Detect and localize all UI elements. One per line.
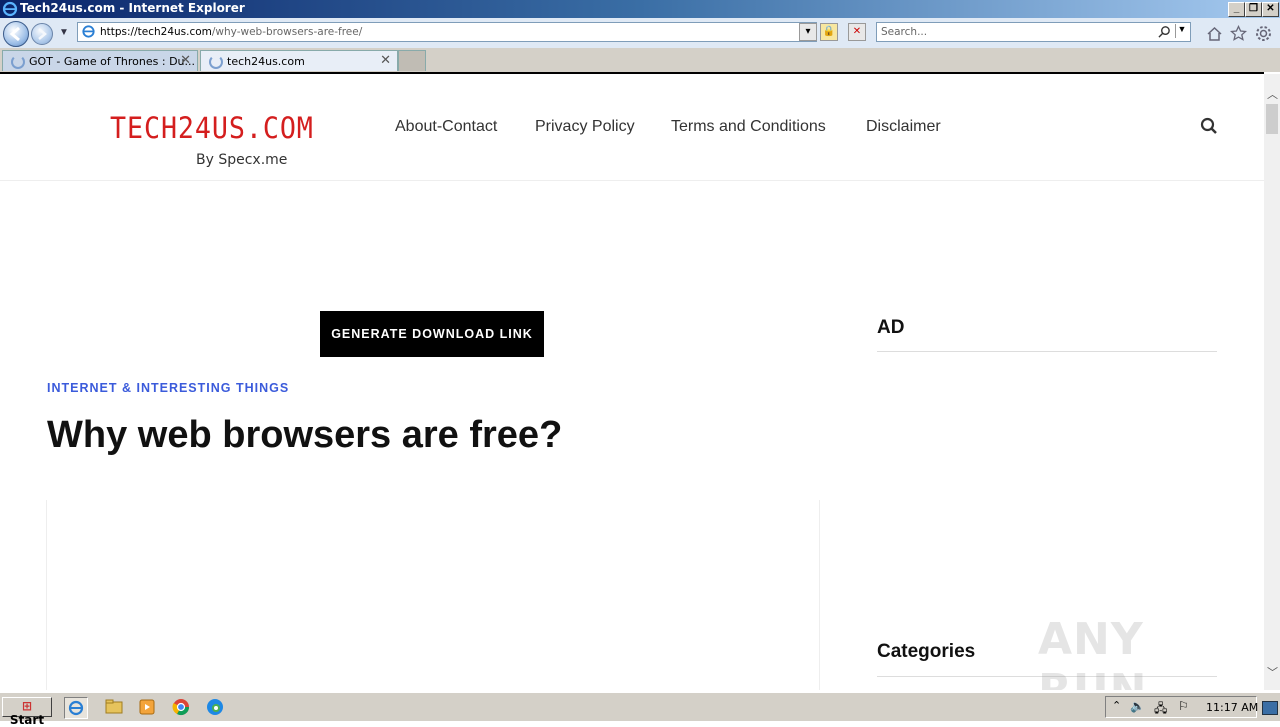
media-player-icon[interactable]: [136, 697, 158, 717]
network-icon[interactable]: 🖧: [1154, 699, 1167, 720]
search-dropdown-button[interactable]: ▼: [1175, 24, 1188, 38]
site-search-icon[interactable]: [1200, 117, 1218, 135]
post-category[interactable]: INTERNET & INTERESTING THINGS: [47, 381, 289, 395]
close-tab-icon[interactable]: ✕: [380, 53, 391, 68]
address-bar[interactable]: https://tech24us.com/why-web-browsers-ar…: [77, 22, 817, 42]
loading-spinner-icon: [209, 55, 223, 69]
settings-gear-icon[interactable]: [1255, 25, 1272, 42]
menu-privacy-policy[interactable]: Privacy Policy: [535, 118, 635, 136]
ie-logo-icon: [2, 1, 18, 17]
menu-about-contact[interactable]: About-Contact: [395, 118, 497, 136]
new-tab-button[interactable]: [398, 50, 426, 71]
start-button[interactable]: ⊞ Start: [2, 697, 52, 727]
favorites-star-icon[interactable]: [1230, 25, 1247, 42]
tray-expand-icon[interactable]: ⌃: [1112, 699, 1121, 712]
restore-button[interactable]: ❐: [1245, 2, 1262, 17]
taskbar-ie-button[interactable]: [64, 697, 88, 719]
search-input[interactable]: Search... ▼: [876, 22, 1191, 42]
scroll-down-arrow-icon[interactable]: ﹀: [1267, 664, 1278, 680]
back-button[interactable]: [3, 21, 29, 47]
edge-icon[interactable]: [204, 697, 226, 717]
forward-arrow-icon: [38, 28, 47, 40]
action-center-flag-icon[interactable]: ⚐: [1178, 699, 1189, 713]
tab-got[interactable]: GOT - Game of Thrones : Du... ✕: [2, 50, 198, 71]
home-icon[interactable]: [1206, 26, 1223, 42]
page-ie-icon: [82, 25, 95, 38]
page-scrollbar[interactable]: ︿ ﹀: [1264, 74, 1280, 690]
close-tab-icon[interactable]: ✕: [180, 53, 191, 68]
post-title: Why web browsers are free?: [47, 414, 563, 456]
tab-tech24us[interactable]: tech24us.com ✕: [200, 50, 398, 71]
search-icon[interactable]: [1158, 25, 1171, 38]
show-desktop-icon[interactable]: [1262, 701, 1278, 715]
generate-download-link-button[interactable]: GENERATE DOWNLOAD LINK: [320, 311, 544, 357]
site-logo[interactable]: TECH24US.COM: [110, 111, 314, 145]
url-path: /why-web-browsers-are-free/: [211, 26, 363, 38]
address-dropdown-button[interactable]: ▾: [799, 23, 817, 41]
menu-terms-and-conditions[interactable]: Terms and Conditions: [671, 118, 826, 136]
scroll-up-arrow-icon[interactable]: ︿: [1267, 86, 1278, 102]
start-label: Start: [9, 713, 45, 727]
chrome-icon[interactable]: [170, 697, 192, 717]
volume-icon[interactable]: 🔈: [1130, 699, 1145, 713]
menu-disclaimer[interactable]: Disclaimer: [866, 118, 941, 136]
scroll-thumb[interactable]: [1266, 104, 1278, 134]
back-arrow-icon: [9, 26, 20, 42]
web-page: TECH24US.COM By Specx.me About-Contact P…: [0, 74, 1264, 690]
tab-label: GOT - Game of Thrones : Du...: [29, 55, 196, 68]
forward-button[interactable]: [31, 23, 53, 45]
sidebar-divider: [877, 351, 1217, 352]
stop-button[interactable]: ✕: [848, 23, 866, 41]
sidebar-categories-heading: Categories: [877, 641, 976, 662]
post-content-area: [46, 500, 820, 690]
tab-label: tech24us.com: [227, 55, 305, 68]
close-window-button[interactable]: ✕: [1262, 2, 1279, 17]
taskbar: ⊞ Start ⌃ 🔈 🖧 ⚐ 11:17 AM: [0, 692, 1280, 727]
window-title: Tech24us.com - Internet Explorer: [20, 1, 245, 15]
site-logo-tagline: By Specx.me: [196, 152, 288, 168]
sidebar-ad-heading: AD: [877, 317, 905, 338]
taskbar-clock[interactable]: 11:17 AM: [1206, 701, 1258, 714]
header-divider: [0, 180, 1264, 181]
loading-spinner-icon: [11, 55, 25, 69]
navigation-bar: ▼ https://tech24us.com/why-web-browsers-…: [0, 18, 1280, 49]
url-host: https://tech24us.com: [100, 26, 212, 38]
lock-icon[interactable]: 🔒: [820, 23, 838, 41]
history-dropdown-icon[interactable]: ▼: [59, 27, 69, 38]
address-url: https://tech24us.com/why-web-browsers-ar…: [100, 26, 362, 38]
window-titlebar: Tech24us.com - Internet Explorer _ ❐ ✕: [0, 0, 1280, 18]
windows-flag-icon: ⊞: [21, 699, 33, 713]
minimize-button[interactable]: _: [1228, 2, 1245, 17]
tab-bar: GOT - Game of Thrones : Du... ✕ tech24us…: [0, 48, 1280, 72]
ie-icon: [68, 700, 84, 716]
anyrun-watermark: ANY RUN: [1038, 614, 1146, 690]
file-explorer-icon[interactable]: [103, 697, 125, 717]
search-placeholder: Search...: [881, 26, 928, 38]
